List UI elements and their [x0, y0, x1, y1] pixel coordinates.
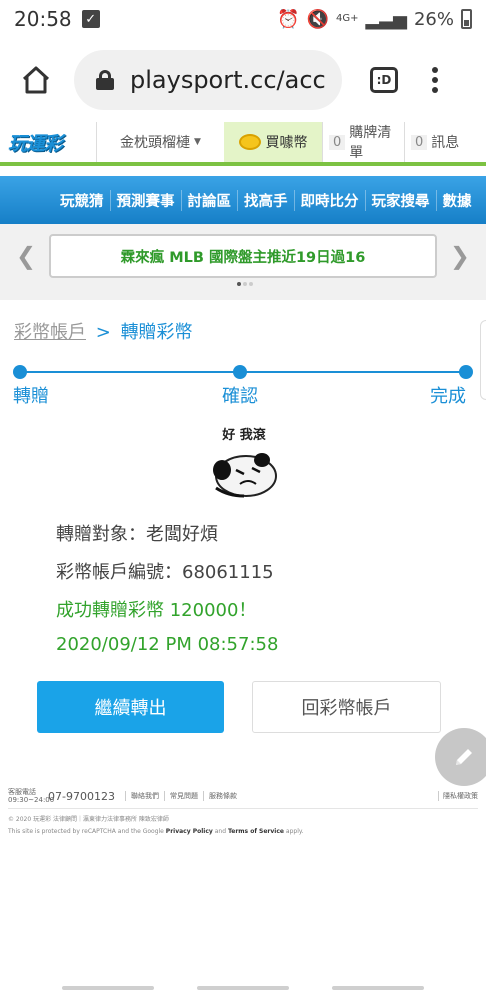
service-phone[interactable]: 07-9700123: [48, 790, 115, 803]
home-button[interactable]: [6, 50, 66, 110]
buy-coins-button[interactable]: 買噱幣: [224, 122, 322, 162]
banner-carousel: ❮ 霖來瘋 MLB 國際盤主推近19日過16 ❯: [0, 224, 486, 300]
messages-link[interactable]: 0 訊息: [404, 122, 486, 162]
privacy-policy-link[interactable]: Privacy Policy: [166, 828, 213, 835]
msg-count: 0: [411, 134, 428, 150]
menu-icon[interactable]: [432, 67, 438, 93]
account-number-text: 彩幣帳戶編號：68061115: [56, 562, 274, 583]
continue-transfer-button[interactable]: 繼續轉出: [37, 681, 224, 733]
step-dot-2: [233, 365, 247, 379]
chevron-right-icon[interactable]: ❯: [450, 242, 470, 270]
status-bar: 20:58 ✓ ⏰ 🔇 4G+ ▂▃▅ 26%: [0, 0, 486, 38]
system-nav-bar: [0, 976, 486, 1000]
notification-check-icon: ✓: [81, 10, 100, 28]
breadcrumb: 彩幣帳戶 > 轉贈彩幣: [14, 318, 193, 344]
nav-item-player-search[interactable]: 玩家搜尋: [364, 189, 436, 211]
caret-down-icon: ▼: [194, 137, 201, 147]
footer-link-privacy[interactable]: 隱私權政策: [438, 791, 478, 801]
battery-percent: 26%: [413, 8, 454, 30]
service-label-text: 客服電話: [8, 788, 36, 796]
service-label: 客服電話 09:30~24:00: [8, 788, 55, 804]
cart-label: 購牌清單: [349, 125, 392, 161]
alarm-icon: ⏰: [277, 8, 300, 30]
coin-icon: [238, 134, 261, 150]
copyright-text: © 2020 玩運彩 法律顧問｜瀛東律力法律事務所 陳致宏律師: [8, 816, 169, 823]
banner-text: 霖來瘋 MLB 國際盤主推近19日過16: [120, 249, 366, 266]
carousel-dot[interactable]: [243, 282, 247, 286]
footer-link-contact[interactable]: 聯絡我們: [124, 791, 164, 801]
step-label-transfer: 轉贈: [13, 386, 49, 407]
nav-item-experts[interactable]: 找高手: [237, 189, 294, 211]
captcha-text: This site is protected by reCAPTCHA and …: [8, 828, 164, 835]
meme-sticker: 好 我滾: [208, 424, 280, 500]
recents-gesture[interactable]: [62, 986, 154, 990]
footer-link-terms[interactable]: 服務條款: [202, 791, 242, 801]
meme-caption: 好 我滾: [222, 428, 266, 443]
breadcrumb-current: 轉贈彩幣: [120, 322, 193, 343]
signal-icon: ▂▃▅: [365, 8, 407, 30]
cart-count: 0: [329, 134, 346, 150]
buy-coins-label: 買噱幣: [265, 135, 308, 151]
recipient-text: 轉贈對象：老闆好煩: [56, 524, 218, 545]
captcha-and: and: [214, 828, 227, 835]
step-dot-3: [459, 365, 473, 379]
home-icon: [22, 66, 50, 94]
footer-contact-row: 客服電話 09:30~24:00 07-9700123 聯絡我們 常見問題 服務…: [8, 786, 478, 806]
browser-toolbar: playsport.cc/acc :D: [0, 38, 486, 122]
nav-item-forum[interactable]: 討論區: [180, 189, 238, 211]
banner-link[interactable]: 霖來瘋 MLB 國際盤主推近19日過16: [49, 234, 437, 278]
site-header: 玩運彩 金枕頭榴槤 ▼ 買噱幣 0 購牌清單 0 訊息: [0, 122, 486, 166]
msg-label: 訊息: [431, 135, 460, 151]
service-hours: 09:30~24:00: [8, 796, 55, 804]
floating-edit-button[interactable]: [435, 728, 486, 786]
chevron-left-icon[interactable]: ❮: [16, 242, 36, 270]
footer-divider: [8, 808, 478, 809]
mute-icon: 🔇: [306, 8, 329, 30]
user-name: 金枕頭榴槤: [120, 135, 191, 151]
step-label-confirm: 確認: [222, 386, 258, 407]
carousel-dot[interactable]: [249, 282, 253, 286]
status-time: 20:58: [14, 7, 72, 31]
pencil-icon: [456, 749, 472, 765]
url-text: playsport.cc/acc: [130, 66, 326, 94]
success-message: 成功轉贈彩幣 120000！: [56, 600, 257, 621]
user-menu[interactable]: 金枕頭榴槤 ▼: [96, 122, 224, 162]
nav-item-data[interactable]: 數據: [435, 189, 478, 211]
nav-item-live-score[interactable]: 即時比分: [293, 189, 365, 211]
footer-link-faq[interactable]: 常見問題: [163, 791, 203, 801]
side-panel-handle[interactable]: [480, 320, 486, 400]
battery-icon: [461, 9, 472, 29]
home-gesture[interactable]: [197, 986, 289, 990]
network-type: 4G+: [335, 13, 359, 24]
logo-text: 玩運彩: [8, 132, 63, 155]
main-nav: 玩競猜 預測賽事 討論區 找高手 即時比分 玩家搜尋 數據: [0, 176, 486, 224]
panda-face-icon: [213, 453, 277, 498]
back-to-account-button[interactable]: 回彩幣帳戶: [252, 681, 441, 733]
breadcrumb-separator: >: [95, 322, 111, 343]
step-dot-1: [13, 365, 27, 379]
carousel-dots: [237, 282, 253, 286]
cart-link[interactable]: 0 購牌清單: [322, 122, 404, 162]
nav-item-play[interactable]: 玩競猜: [54, 190, 110, 211]
lock-icon: [96, 70, 114, 90]
carousel-dot[interactable]: [237, 282, 241, 286]
address-bar[interactable]: playsport.cc/acc: [74, 50, 342, 110]
breadcrumb-parent-link[interactable]: 彩幣帳戶: [14, 322, 86, 343]
terms-of-service-link[interactable]: Terms of Service: [228, 828, 284, 835]
status-icons: ⏰ 🔇 4G+ ▂▃▅ 26%: [277, 9, 472, 30]
recaptcha-notice: This site is protected by reCAPTCHA and …: [8, 828, 303, 835]
tab-switcher-button[interactable]: :D: [370, 67, 398, 93]
site-logo[interactable]: 玩運彩: [0, 122, 96, 162]
step-label-done: 完成: [430, 386, 466, 407]
timestamp: 2020/09/12 PM 08:57:58: [56, 634, 279, 655]
nav-item-predict[interactable]: 預測賽事: [109, 189, 181, 211]
back-gesture[interactable]: [332, 986, 424, 990]
captcha-apply: apply.: [285, 828, 304, 835]
